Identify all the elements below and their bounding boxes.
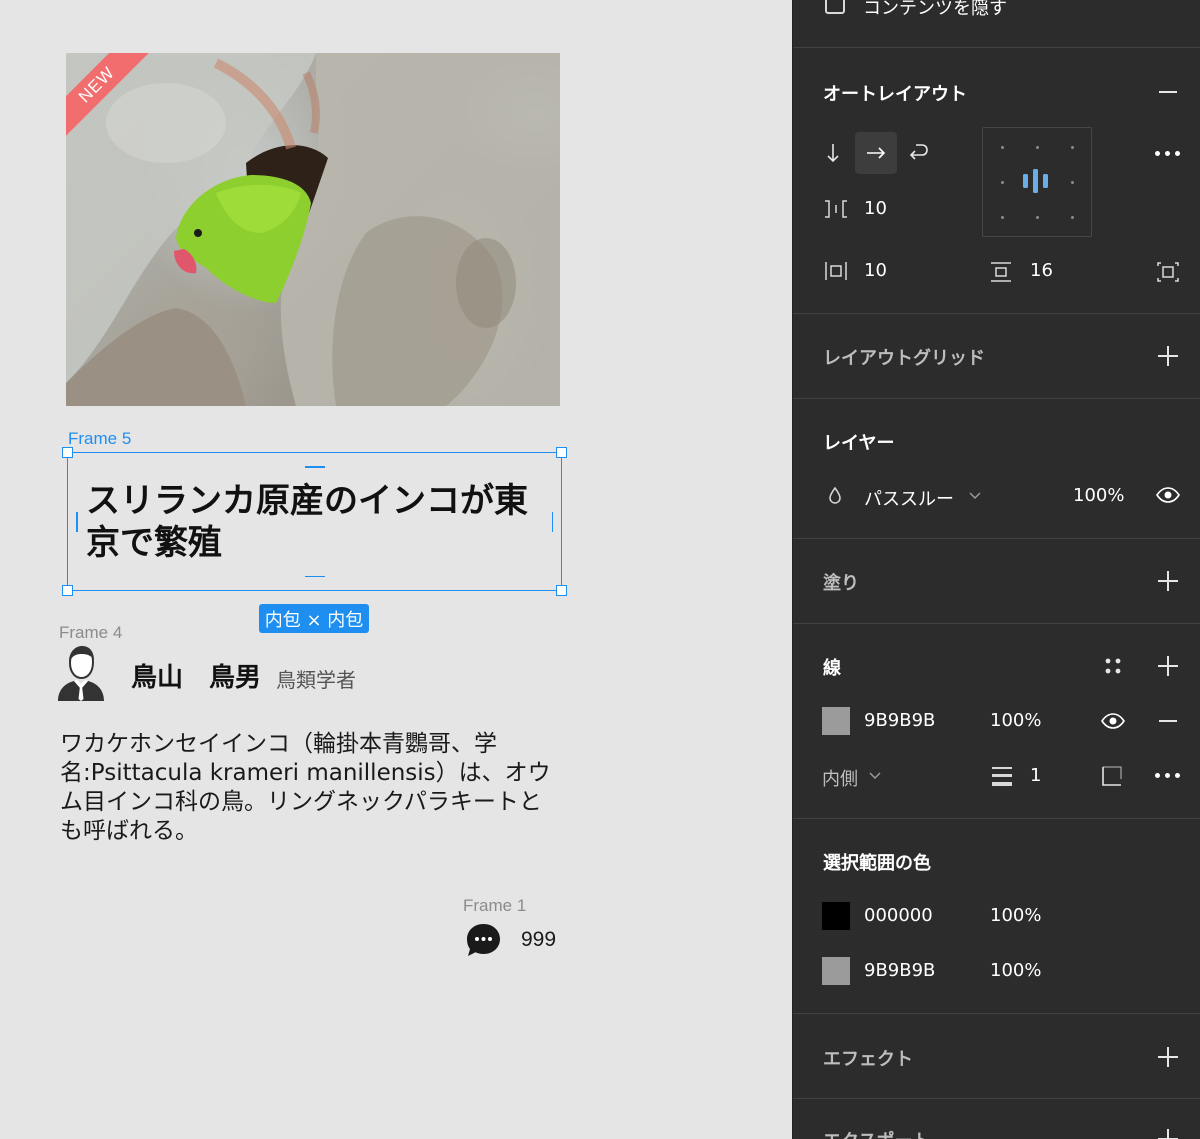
blend-mode-select[interactable]: パススルー <box>864 485 954 511</box>
author-avatar-icon <box>58 646 104 701</box>
divider <box>793 1098 1200 1099</box>
align-dot[interactable] <box>1001 181 1004 184</box>
add-layout-grid-icon[interactable] <box>1158 346 1178 366</box>
stroke-sides-icon[interactable] <box>1101 765 1123 787</box>
stroke-color-hex[interactable]: 9B9B9B <box>864 710 935 731</box>
selection-color-opacity[interactable]: 100% <box>990 905 1041 926</box>
selection-color-hex[interactable]: 9B9B9B <box>864 960 935 981</box>
selection-colors-title: 選択範囲の色 <box>823 853 931 874</box>
selection-color-hex[interactable]: 000000 <box>864 905 933 926</box>
add-fill-icon[interactable] <box>1158 571 1178 591</box>
chevron-down-icon[interactable] <box>869 772 881 780</box>
divider <box>793 398 1200 399</box>
align-dot[interactable] <box>1001 216 1004 219</box>
divider <box>793 47 1200 48</box>
stroke-opacity[interactable]: 100% <box>990 710 1041 731</box>
style-grid-icon[interactable] <box>1104 657 1122 675</box>
selection-color-swatch-black[interactable] <box>822 902 850 930</box>
item-spacing-value[interactable]: 10 <box>864 198 887 219</box>
stroke-title: 線 <box>823 658 841 679</box>
resize-handle-top-left[interactable] <box>62 447 73 458</box>
align-dot[interactable] <box>1071 146 1074 149</box>
frame1-label[interactable]: Frame 1 <box>463 896 526 916</box>
layout-grid-title: レイアウトグリッド <box>823 348 985 369</box>
resize-handle-bottom-left[interactable] <box>62 585 73 596</box>
horizontal-padding-icon <box>825 262 847 280</box>
direction-vertical-icon[interactable] <box>825 142 841 164</box>
auto-layout-title: オートレイアウト <box>823 84 967 105</box>
properties-panel: コンテンツを隠す オートレイアウト 10 10 16 レイアウトグリッド レイヤ… <box>792 0 1200 1139</box>
size-badge: 内包 × 内包 <box>259 604 369 633</box>
remove-stroke-icon[interactable] <box>1159 720 1177 722</box>
align-dot[interactable] <box>1071 181 1074 184</box>
stroke-weight-icon <box>992 767 1012 786</box>
stroke-more-options-icon[interactable] <box>1155 773 1180 778</box>
item-spacing-icon <box>825 200 847 218</box>
divider <box>793 1013 1200 1014</box>
chevron-down-icon[interactable] <box>969 492 981 500</box>
remove-auto-layout-icon[interactable] <box>1159 91 1177 93</box>
wrap-icon[interactable] <box>907 143 929 163</box>
divider <box>793 818 1200 819</box>
stroke-color-swatch[interactable] <box>822 707 850 735</box>
parakeet-photo[interactable]: NEW <box>66 53 560 406</box>
align-dot[interactable] <box>1001 146 1004 149</box>
fill-title: 塗り <box>823 573 859 594</box>
divider <box>793 538 1200 539</box>
frame5-label[interactable]: Frame 5 <box>68 429 131 449</box>
article-body[interactable]: ワカケホンセイインコ（輪掛本青鸚哥、学名:Psittacula krameri … <box>60 730 560 846</box>
new-ribbon: NEW <box>66 53 156 143</box>
article-headline[interactable]: スリランカ原産のインコが東京で繁殖 <box>86 480 552 564</box>
comment-count: 999 <box>521 928 557 951</box>
individual-padding-icon[interactable] <box>1157 262 1179 282</box>
add-stroke-icon[interactable] <box>1158 656 1178 676</box>
padding-handle-left[interactable] <box>76 512 78 532</box>
author-role[interactable]: 鳥類学者 <box>276 664 356 693</box>
layer-opacity[interactable]: 100% <box>1073 485 1124 506</box>
selection-color-swatch-gray[interactable] <box>822 957 850 985</box>
add-effect-icon[interactable] <box>1158 1047 1178 1067</box>
comment-bubble-icon <box>467 924 500 956</box>
hide-content-label: コンテンツを隠す <box>863 0 1007 19</box>
vertical-padding-icon <box>991 262 1011 282</box>
align-dot[interactable] <box>1036 146 1039 149</box>
vertical-padding-value[interactable]: 16 <box>1030 260 1053 281</box>
stroke-position-select[interactable]: 内側 <box>822 765 858 791</box>
resize-handle-top-right[interactable] <box>556 447 567 458</box>
blend-mode-drop-icon <box>829 486 841 504</box>
padding-handle-top[interactable] <box>305 466 325 468</box>
more-options-icon[interactable] <box>1155 151 1180 156</box>
divider <box>793 623 1200 624</box>
export-title: エクスポート <box>823 1127 930 1139</box>
hide-content-checkbox[interactable] <box>825 0 845 14</box>
add-export-icon[interactable] <box>1158 1129 1178 1139</box>
frame4-label[interactable]: Frame 4 <box>59 623 122 643</box>
effects-title: エフェクト <box>823 1049 913 1070</box>
align-dot[interactable] <box>1071 216 1074 219</box>
new-ribbon-text: NEW <box>74 62 119 107</box>
author-name[interactable]: 鳥山 鳥男 <box>131 657 261 694</box>
layer-title: レイヤー <box>823 433 895 454</box>
stroke-weight-value[interactable]: 1 <box>1030 765 1041 786</box>
selection-color-opacity[interactable]: 100% <box>990 960 1041 981</box>
direction-horizontal-icon[interactable] <box>865 145 887 161</box>
eye-icon[interactable] <box>1156 487 1180 503</box>
horizontal-padding-value[interactable]: 10 <box>864 260 887 281</box>
stroke-visibility-eye-icon[interactable] <box>1101 713 1125 729</box>
alignment-grid[interactable] <box>982 127 1092 237</box>
align-dot[interactable] <box>1036 216 1039 219</box>
resize-handle-bottom-right[interactable] <box>556 585 567 596</box>
design-canvas[interactable]: NEW Frame 5 スリランカ原産のインコが東京で繁殖 内包 × 内包 Fr… <box>0 0 792 1139</box>
align-center-icon[interactable] <box>1021 168 1051 194</box>
padding-handle-bottom[interactable] <box>305 575 325 577</box>
divider <box>793 313 1200 314</box>
